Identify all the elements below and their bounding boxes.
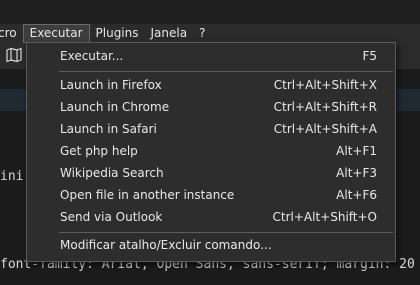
menu-item-shortcut: Alt+F3	[336, 166, 377, 180]
menu-item-modify-shortcut[interactable]: Modificar atalho/Excluir comando...	[27, 235, 395, 257]
menu-separator	[59, 232, 393, 233]
menu-item-shortcut: Alt+F1	[336, 144, 377, 158]
menu-help[interactable]: ?	[193, 24, 211, 43]
menu-item-shortcut: F5	[362, 49, 377, 63]
menu-item-shortcut: Alt+F6	[336, 188, 377, 202]
menu-macro[interactable]: cro	[0, 24, 23, 43]
executar-menu: Executar... F5 Launch in Firefox Ctrl+Al…	[26, 42, 396, 262]
menu-item-label: Modificar atalho/Excluir comando...	[60, 238, 272, 252]
menu-item-label: Get php help	[60, 144, 138, 158]
menu-item-shortcut: Ctrl+Alt+Shift+X	[273, 78, 377, 92]
map-icon[interactable]	[6, 47, 22, 63]
menu-item-label: Open file in another instance	[60, 188, 235, 202]
menu-item-label: Launch in Safari	[60, 122, 157, 136]
menu-item-send-outlook[interactable]: Send via Outlook Ctrl+Alt+Shift+O	[27, 207, 395, 229]
menu-item-label: Launch in Chrome	[60, 100, 170, 114]
code-line: ini	[0, 169, 24, 184]
menu-executar[interactable]: Executar	[22, 24, 90, 43]
menu-item-label: Wikipedia Search	[60, 166, 164, 180]
menu-separator	[59, 71, 393, 72]
menu-janela[interactable]: Janela	[145, 24, 194, 43]
menu-item-label: Launch in Firefox	[60, 78, 162, 92]
menu-item-shortcut: Ctrl+Alt+Shift+O	[272, 210, 377, 224]
menu-item-open-another-instance[interactable]: Open file in another instance Alt+F6	[27, 185, 395, 207]
menu-plugins[interactable]: Plugins	[90, 24, 145, 43]
menu-item-label: Send via Outlook	[60, 210, 163, 224]
menu-item-shortcut: Ctrl+Alt+Shift+A	[273, 122, 377, 136]
menu-item-launch-firefox[interactable]: Launch in Firefox Ctrl+Alt+Shift+X	[27, 75, 395, 97]
menu-item-executar[interactable]: Executar... F5	[27, 46, 395, 68]
menu-item-launch-safari[interactable]: Launch in Safari Ctrl+Alt+Shift+A	[27, 119, 395, 141]
menu-item-label: Executar...	[60, 49, 124, 63]
menu-item-wikipedia-search[interactable]: Wikipedia Search Alt+F3	[27, 163, 395, 185]
menu-bar: cro Executar Plugins Janela ?	[0, 24, 420, 43]
menu-item-php-help[interactable]: Get php help Alt+F1	[27, 141, 395, 163]
menu-item-shortcut: Ctrl+Alt+Shift+R	[273, 100, 377, 114]
menu-item-launch-chrome[interactable]: Launch in Chrome Ctrl+Alt+Shift+R	[27, 97, 395, 119]
